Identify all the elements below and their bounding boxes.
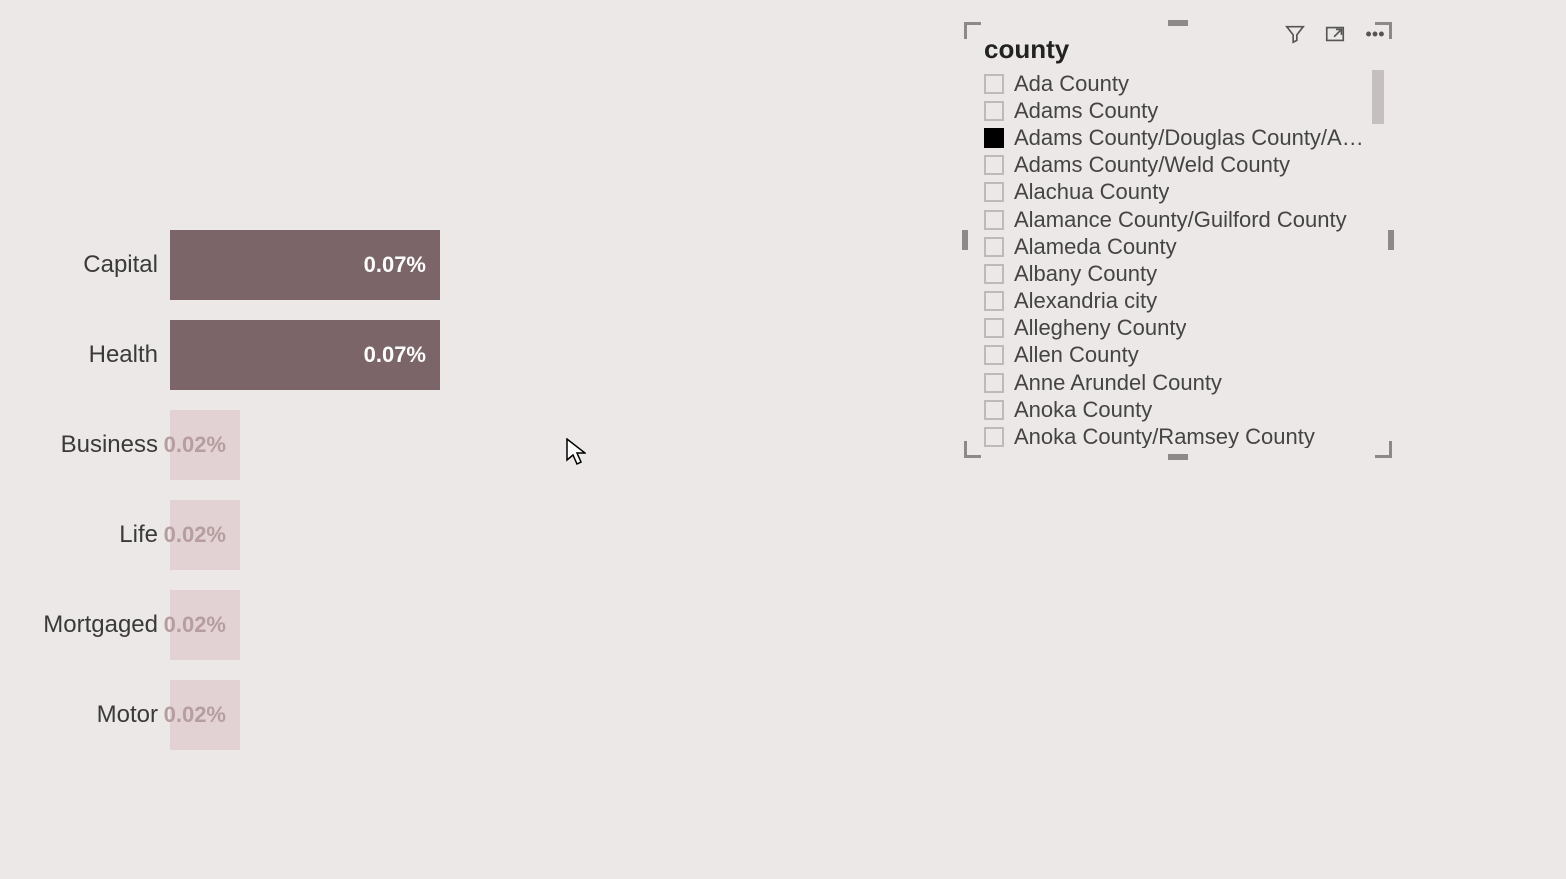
slicer-item-label: Adams County/Douglas County/Arapahoe ... — [1014, 125, 1364, 151]
checkbox-icon[interactable] — [984, 291, 1004, 311]
slicer-item[interactable]: Ada County — [984, 70, 1384, 97]
slicer-item-label: Albany County — [1014, 261, 1157, 287]
slicer-item[interactable]: Adams County/Douglas County/Arapahoe ... — [984, 124, 1384, 151]
bar-row[interactable]: Business0.02% — [0, 410, 950, 480]
filter-icon[interactable] — [1280, 21, 1310, 47]
slicer-item[interactable]: Albany County — [984, 260, 1384, 287]
bar-category-label: Motor — [0, 701, 170, 729]
visual-header — [1280, 21, 1390, 47]
slicer-item[interactable]: Alameda County — [984, 233, 1384, 260]
slicer-item[interactable]: Anoka County — [984, 396, 1384, 423]
bar-fill[interactable]: 0.02% — [170, 410, 240, 480]
bar-value-label: 0.02% — [164, 522, 226, 548]
bar-value-label: 0.07% — [364, 252, 426, 278]
checkbox-icon[interactable] — [984, 400, 1004, 420]
slicer-item-label: Anoka County/Ramsey County — [1014, 424, 1315, 448]
slicer-item-label: Ada County — [1014, 71, 1129, 97]
checkbox-icon[interactable] — [984, 182, 1004, 202]
bar-fill[interactable]: 0.02% — [170, 680, 240, 750]
resize-handle[interactable] — [962, 230, 968, 250]
checkbox-icon[interactable] — [984, 427, 1004, 447]
slicer-list[interactable]: Ada CountyAdams CountyAdams County/Dougl… — [984, 70, 1384, 448]
slicer-item[interactable]: Alexandria city — [984, 288, 1384, 315]
bar-category-label: Mortgaged — [0, 611, 170, 639]
slicer-item[interactable]: Anne Arundel County — [984, 369, 1384, 396]
slicer-item[interactable]: Allen County — [984, 342, 1384, 369]
slicer-item[interactable]: Allegheny County — [984, 315, 1384, 342]
checkbox-icon[interactable] — [984, 373, 1004, 393]
bar-chart[interactable]: Capital0.07%Health0.07%Business0.02%Life… — [0, 230, 950, 770]
slicer-title: county — [984, 34, 1069, 65]
checkbox-icon[interactable] — [984, 345, 1004, 365]
bar-fill[interactable]: 0.07% — [170, 230, 440, 300]
bar-category-label: Business — [0, 431, 170, 459]
slicer-item-label: Alamance County/Guilford County — [1014, 207, 1347, 233]
bar-track: 0.02% — [170, 590, 950, 660]
bar-row[interactable]: Health 0.07% — [0, 320, 950, 390]
slicer-item-label: Allegheny County — [1014, 315, 1186, 341]
bar-row[interactable]: Capital 0.07% — [0, 230, 950, 300]
selection-bracket — [964, 441, 981, 458]
bar-category-label: Health — [0, 341, 170, 369]
bar-value-label: 0.02% — [164, 432, 226, 458]
bar-fill[interactable]: 0.07% — [170, 320, 440, 390]
slicer-item[interactable]: Anoka County/Ramsey County — [984, 423, 1384, 448]
selection-bracket — [964, 22, 981, 39]
focus-mode-icon[interactable] — [1320, 21, 1350, 47]
bar-fill[interactable]: 0.02% — [170, 590, 240, 660]
slicer-item-label: Alameda County — [1014, 234, 1177, 260]
checkbox-icon[interactable] — [984, 318, 1004, 338]
bar-row[interactable]: Mortgaged0.02% — [0, 590, 950, 660]
bar-category-label: Capital — [0, 251, 170, 279]
checkbox-icon[interactable] — [984, 210, 1004, 230]
bar-row[interactable]: Motor0.02% — [0, 680, 950, 750]
slicer-item[interactable]: Alamance County/Guilford County — [984, 206, 1384, 233]
checkbox-icon[interactable] — [984, 101, 1004, 121]
bar-fill[interactable]: 0.02% — [170, 500, 240, 570]
resize-handle[interactable] — [1168, 454, 1188, 460]
slicer-item-label: Anoka County — [1014, 397, 1152, 423]
resize-handle[interactable] — [1388, 230, 1394, 250]
bar-track: 0.07% — [170, 320, 950, 390]
bar-value-label: 0.02% — [164, 702, 226, 728]
county-slicer[interactable]: county Ada CountyAdams CountyAdams Count… — [966, 24, 1390, 456]
bar-track: 0.02% — [170, 500, 950, 570]
checkbox-icon[interactable] — [984, 264, 1004, 284]
slicer-item-label: Allen County — [1014, 342, 1139, 368]
resize-handle[interactable] — [1168, 20, 1188, 26]
slicer-item-label: Adams County — [1014, 98, 1158, 124]
slicer-item-label: Anne Arundel County — [1014, 370, 1222, 396]
slicer-item-label: Adams County/Weld County — [1014, 152, 1290, 178]
slicer-item[interactable]: Adams County — [984, 97, 1384, 124]
slicer-item[interactable]: Alachua County — [984, 179, 1384, 206]
slicer-item[interactable]: Adams County/Weld County — [984, 152, 1384, 179]
slicer-item-label: Alachua County — [1014, 179, 1169, 205]
bar-value-label: 0.02% — [164, 612, 226, 638]
checkbox-icon[interactable] — [984, 155, 1004, 175]
checkbox-icon[interactable] — [984, 237, 1004, 257]
bar-value-label: 0.07% — [364, 342, 426, 368]
bar-track: 0.02% — [170, 410, 950, 480]
selection-bracket — [1375, 22, 1392, 39]
checkbox-icon[interactable] — [984, 74, 1004, 94]
bar-row[interactable]: Life0.02% — [0, 500, 950, 570]
bar-track: 0.07% — [170, 230, 950, 300]
scrollbar-thumb[interactable] — [1372, 70, 1384, 124]
slicer-item-label: Alexandria city — [1014, 288, 1157, 314]
checkbox-icon[interactable] — [984, 128, 1004, 148]
bar-category-label: Life — [0, 521, 170, 549]
bar-track: 0.02% — [170, 680, 950, 750]
